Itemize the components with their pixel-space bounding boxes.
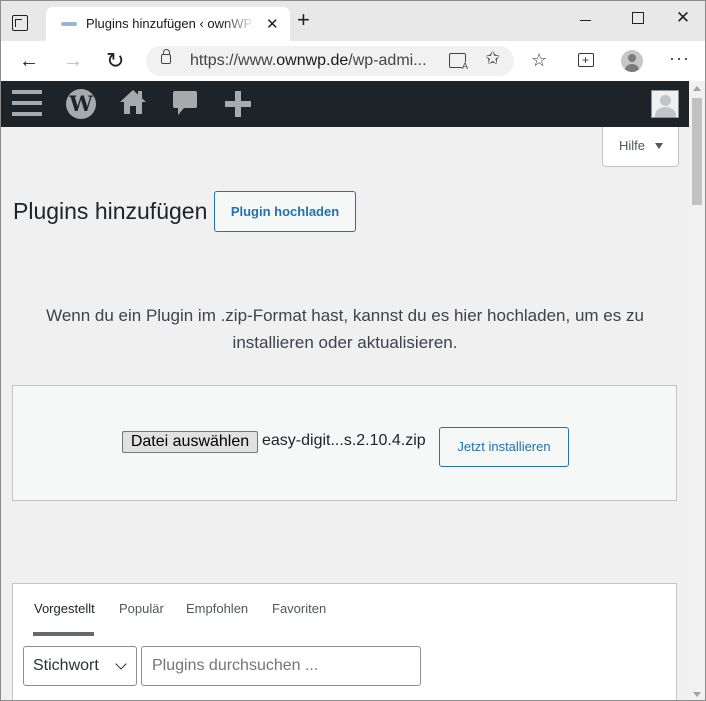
- minimize-button[interactable]: [563, 6, 609, 36]
- new-tab-button[interactable]: +: [297, 9, 310, 31]
- browser-tab[interactable]: Plugins hinzufügen ‹ ownWP.de — WordPres…: [46, 7, 290, 41]
- tab-strip: Plugins hinzufügen ‹ ownWP.de — WordPres…: [1, 1, 705, 41]
- wp-admin-bar: W: [1, 81, 705, 127]
- tab-title: Plugins hinzufügen ‹ ownWP.de — WordPres…: [86, 16, 256, 31]
- window-close-button[interactable]: ✕: [660, 6, 705, 36]
- plugin-search-input[interactable]: [141, 646, 421, 686]
- more-icon[interactable]: ···: [669, 48, 690, 69]
- active-tab-indicator: [33, 632, 94, 636]
- browser-toolbar: ← → ↻ https://www.ownwp.de/wp-admi... ✩ …: [1, 41, 705, 81]
- tab-featured[interactable]: Vorgestellt: [34, 601, 95, 616]
- favorites-icon[interactable]: ☆: [531, 50, 547, 70]
- reload-button[interactable]: ↻: [106, 49, 124, 73]
- tab-recommended[interactable]: Empfohlen: [186, 601, 248, 616]
- menu-icon[interactable]: [12, 90, 42, 116]
- url-path: /wp-admi...: [348, 52, 427, 69]
- url-prefix: https://www.: [190, 52, 277, 69]
- upload-form: Datei auswählen easy-digit...s.2.10.4.zi…: [12, 385, 677, 501]
- scroll-thumb[interactable]: [692, 98, 702, 205]
- wordpress-logo-icon[interactable]: W: [66, 89, 96, 119]
- search-type-value: Stichwort: [33, 657, 99, 674]
- page-scrollbar[interactable]: [689, 81, 705, 700]
- url-domain: ownwp.de: [276, 52, 349, 69]
- install-now-button[interactable]: Jetzt installieren: [439, 427, 569, 467]
- address-bar[interactable]: https://www.ownwp.de/wp-admi... ✩: [146, 46, 514, 76]
- page-content: Hilfe Plugins hinzufügen Plugin hochlade…: [1, 127, 689, 700]
- collections-icon[interactable]: [578, 50, 594, 70]
- help-button[interactable]: Hilfe: [602, 127, 679, 167]
- scroll-up-icon[interactable]: [693, 86, 701, 91]
- comments-icon[interactable]: [172, 89, 198, 117]
- add-favorite-icon[interactable]: ✩: [485, 48, 500, 69]
- plugin-filter-box: Vorgestellt Populär Empfohlen Favoriten …: [12, 583, 677, 700]
- profile-icon[interactable]: [621, 50, 643, 72]
- tab-popular[interactable]: Populär: [119, 601, 164, 616]
- user-avatar[interactable]: [651, 90, 679, 118]
- selected-file-name: easy-digit...s.2.10.4.zip: [262, 432, 426, 449]
- tab-close-icon[interactable]: ✕: [266, 15, 279, 33]
- chevron-down-icon: [115, 658, 127, 670]
- immersive-reader-icon[interactable]: [449, 53, 469, 71]
- upload-help-text: Wenn du ein Plugin im .zip-Format hast, …: [46, 306, 644, 352]
- tab-actions-icon[interactable]: [12, 15, 28, 31]
- add-new-icon[interactable]: [223, 89, 253, 119]
- search-type-select[interactable]: Stichwort: [23, 646, 137, 686]
- favicon-icon: [61, 22, 77, 26]
- upload-plugin-button[interactable]: Plugin hochladen: [214, 191, 356, 232]
- forward-button[interactable]: →: [63, 49, 83, 73]
- back-button[interactable]: ←: [19, 49, 39, 73]
- tab-favorites[interactable]: Favoriten: [272, 601, 326, 616]
- url-text[interactable]: https://www.ownwp.de/wp-admi...: [190, 52, 427, 70]
- page-title: Plugins hinzufügen: [13, 198, 208, 224]
- scroll-down-icon[interactable]: [693, 692, 701, 697]
- lock-icon[interactable]: [161, 49, 171, 64]
- home-icon[interactable]: [119, 88, 147, 116]
- maximize-button[interactable]: [614, 6, 660, 36]
- choose-file-button[interactable]: Datei auswählen: [122, 431, 258, 453]
- browser-window: Plugins hinzufügen ‹ ownWP.de — WordPres…: [0, 0, 706, 701]
